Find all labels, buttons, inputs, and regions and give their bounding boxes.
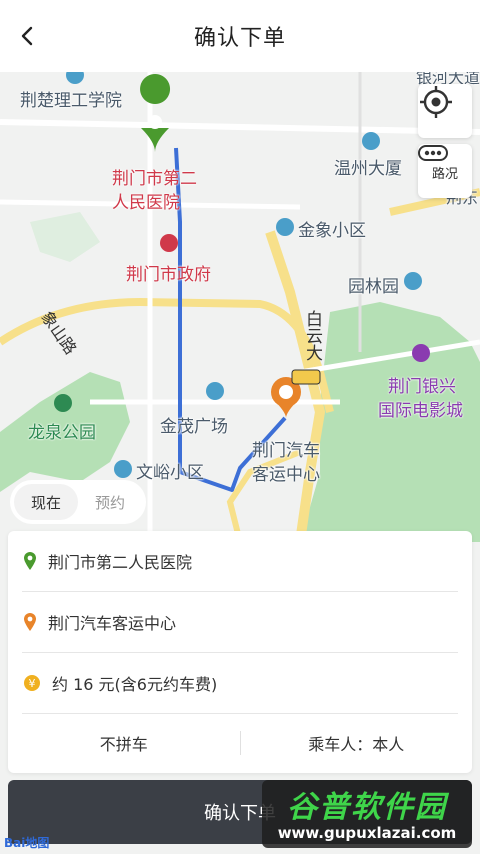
order-card: 荆门市第二人民医院 荆门汽车客运中心 ¥ 约 16 元(含6元约车费) 不拼车 … (8, 531, 472, 773)
label-cinema-1: 荆门银兴 (388, 377, 456, 397)
tab-reserve[interactable]: 预约 (78, 484, 142, 520)
label-wenxiu: 文峪小区 (136, 463, 204, 483)
origin-marker-icon (24, 552, 36, 570)
label-cinema-2: 国际电影城 (378, 401, 463, 421)
label-jinxiang: 金象小区 (298, 221, 366, 241)
poi-jinmao-icon (206, 382, 224, 400)
time-tabs: 现在 预约 (10, 480, 146, 524)
destination-text: 荆门汽车客运中心 (48, 614, 177, 633)
passenger-option[interactable]: 乘车人：本人 (241, 731, 473, 755)
poi-gov-icon (160, 234, 178, 252)
label-wenzhou: 温州大厦 (334, 159, 402, 179)
destination-row[interactable]: 荆门汽车客运中心 (8, 592, 472, 652)
top-bar: 确认下单 (0, 0, 480, 72)
watermark-url: www.gupuxlazai.com (277, 824, 457, 842)
traffic-button[interactable]: 路况 (418, 144, 472, 198)
poi-jinxiang-icon (276, 218, 294, 236)
price-text: 约 16 元(含6元约车费) (52, 675, 218, 694)
poi-park-icon (54, 394, 72, 412)
carpool-option[interactable]: 不拼车 (8, 731, 240, 755)
watermark-title: 谷普软件园 (287, 790, 447, 825)
price-row[interactable]: ¥ 约 16 元(含6元约车费) (8, 653, 472, 713)
label-bus-1: 荆门汽车 (252, 441, 320, 461)
poi-cinema-icon (412, 344, 430, 362)
label-jingchu: 荆楚理工学院 (20, 91, 122, 111)
yen-icon: ¥ (24, 675, 40, 691)
poi-yuanlin-icon (404, 272, 422, 290)
tab-now[interactable]: 现在 (14, 484, 78, 520)
crosshair-icon (420, 86, 452, 118)
baidu-map-logo: Bai地图 (4, 836, 50, 850)
page-title: 确认下单 (193, 26, 286, 51)
label-baiyun: 白云大 (302, 310, 322, 361)
origin-row[interactable]: 荆门市第二人民医院 (8, 531, 472, 591)
traffic-label: 路况 (431, 167, 458, 182)
origin-text: 荆门市第二人民医院 (48, 553, 193, 572)
taxi-icon (291, 369, 321, 385)
label-gov: 荆门市政府 (126, 265, 211, 285)
destination-marker-icon (24, 613, 36, 631)
traffic-icon (418, 145, 448, 161)
label-longquan: 龙泉公园 (28, 423, 96, 443)
poi-building-icon (362, 132, 380, 150)
label-bus-2: 客运中心 (252, 465, 320, 485)
poi-wenxiu-icon (114, 460, 132, 478)
label-hospital-2: 人民医院 (112, 193, 180, 213)
watermark: 谷普软件园 www.gupuxlazai.com (262, 780, 472, 848)
label-hospital-1: 荆门市第二 (112, 169, 197, 189)
locate-button[interactable] (418, 84, 472, 138)
label-yuanlin: 园林园 (348, 277, 399, 297)
label-jinmao: 金茂广场 (160, 417, 228, 437)
options-row: 不拼车 乘车人：本人 (8, 713, 472, 773)
